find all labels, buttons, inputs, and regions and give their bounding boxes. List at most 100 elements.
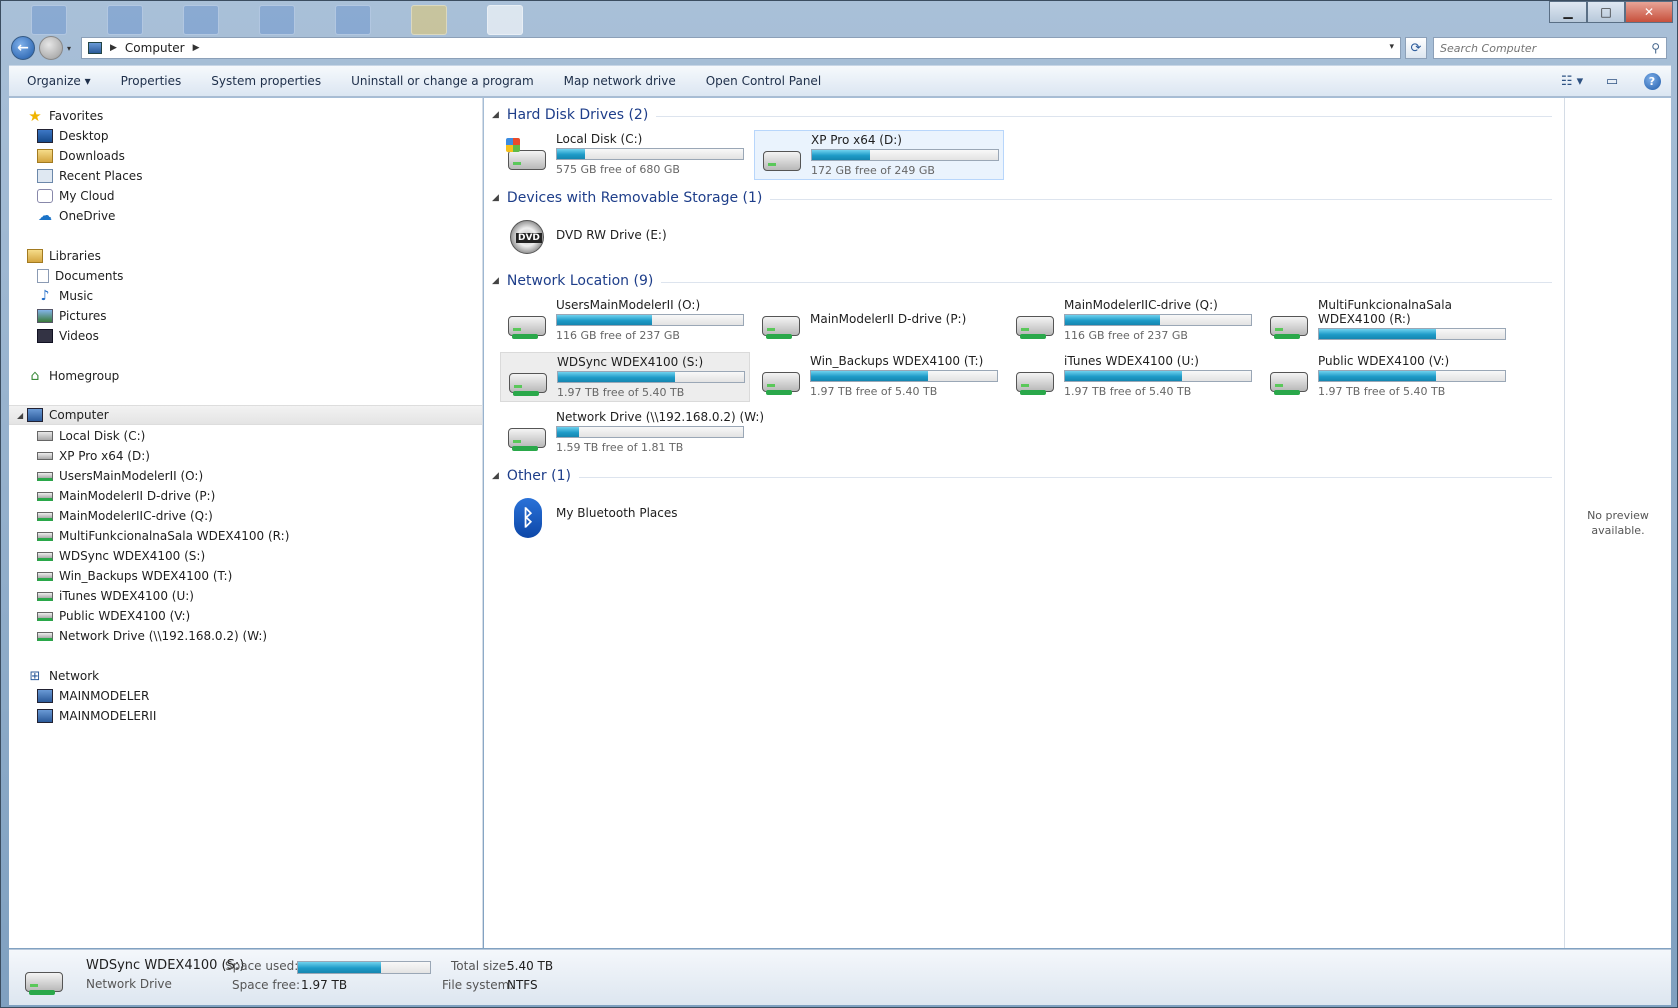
chevron-right-icon[interactable]: ▶ — [193, 43, 200, 53]
collapse-group-icon[interactable]: ◢ — [492, 110, 499, 120]
address-history-dropdown[interactable]: ▾ — [1389, 42, 1394, 52]
drive-free-space: 1.97 TB free of 5.40 TB — [810, 385, 938, 398]
properties-button[interactable]: Properties — [106, 74, 197, 88]
nav-libraries[interactable]: Libraries — [9, 246, 482, 266]
drive-tile-s[interactable]: WDSync WDEX4100 (S:) 1.97 TB free of 5.4… — [500, 352, 750, 402]
nav-videos[interactable]: Videos — [9, 326, 482, 346]
nav-drive-p[interactable]: MainModelerII D-drive (P:) — [9, 486, 482, 506]
nav-drive-u[interactable]: iTunes WDEX4100 (U:) — [9, 586, 482, 606]
network-cable-shape — [1020, 334, 1046, 339]
group-network-location[interactable]: ◢ Network Location (9) — [492, 271, 1552, 291]
network-cable-shape — [1274, 390, 1300, 395]
nav-label: UsersMainModelerII (O:) — [59, 469, 204, 483]
nav-downloads[interactable]: Downloads — [9, 146, 482, 166]
drive-free-space: 1.59 TB free of 1.81 TB — [556, 441, 684, 454]
network-drive-icon — [1014, 360, 1056, 395]
nav-recent-places[interactable]: Recent Places — [9, 166, 482, 186]
uninstall-program-button[interactable]: Uninstall or change a program — [336, 74, 549, 88]
chevron-right-icon[interactable]: ▶ — [110, 43, 117, 53]
group-divider — [770, 198, 1552, 200]
nav-drive-t[interactable]: Win_Backups WDEX4100 (T:) — [9, 566, 482, 586]
drive-tile-q[interactable]: MainModelerIIC-drive (Q:) 116 GB free of… — [1008, 296, 1258, 346]
nav-drive-r[interactable]: MultiFunkcionalnaSala WDEX4100 (R:) — [9, 526, 482, 546]
organize-button[interactable]: Organize ▾ — [27, 74, 106, 88]
drive-tile-t[interactable]: Win_Backups WDEX4100 (T:) 1.97 TB free o… — [754, 352, 1004, 402]
network-drive-icon — [37, 631, 53, 641]
search-icon[interactable]: ⚲ — [1651, 41, 1660, 55]
system-properties-button[interactable]: System properties — [196, 74, 336, 88]
ghost-window-icon — [259, 5, 295, 35]
map-network-drive-button[interactable]: Map network drive — [549, 74, 691, 88]
nav-label: Pictures — [59, 309, 107, 323]
group-other[interactable]: ◢ Other (1) — [492, 466, 1552, 486]
drive-tile-p[interactable]: MainModelerII D-drive (P:) — [754, 296, 1004, 346]
nav-documents[interactable]: Documents — [9, 266, 482, 286]
drive-tile-c[interactable]: Local Disk (C:) 575 GB free of 680 GB — [500, 130, 750, 180]
nav-network-mainmodelerii[interactable]: MAINMODELERII — [9, 706, 482, 726]
collapse-arrow-icon[interactable]: ◢ — [17, 411, 23, 420]
search-input[interactable] — [1440, 41, 1630, 55]
nav-drive-d[interactable]: XP Pro x64 (D:) — [9, 446, 482, 466]
group-hard-disk-drives[interactable]: ◢ Hard Disk Drives (2) — [492, 105, 1552, 125]
drive-tile-d[interactable]: XP Pro x64 (D:) 172 GB free of 249 GB — [754, 130, 1004, 180]
forward-button[interactable] — [39, 36, 63, 60]
nav-favorites[interactable]: ★ Favorites — [9, 106, 482, 126]
drive-tile-r[interactable]: MultiFunkcionalnaSala WDEX4100 (R:) — [1262, 296, 1512, 346]
preview-pane-button[interactable]: ▭ — [1601, 70, 1623, 92]
nav-music[interactable]: ♪ Music — [9, 286, 482, 306]
nav-pictures[interactable]: Pictures — [9, 306, 482, 326]
help-button[interactable]: ? — [1641, 70, 1663, 92]
drive-tile-o[interactable]: UsersMainModelerII (O:) 116 GB free of 2… — [500, 296, 750, 346]
network-cable-shape — [512, 446, 538, 451]
network-drive-icon — [506, 304, 548, 339]
nav-desktop[interactable]: Desktop — [9, 126, 482, 146]
nav-label: My Cloud — [59, 189, 115, 203]
group-removable-storage[interactable]: ◢ Devices with Removable Storage (1) — [492, 188, 1552, 208]
nav-network-mainmodeler[interactable]: MAINMODELER — [9, 686, 482, 706]
hdd-shape — [1270, 316, 1308, 336]
drive-tile-e[interactable]: DVD DVD RW Drive (E:) — [500, 212, 750, 262]
collapse-group-icon[interactable]: ◢ — [492, 193, 499, 203]
nav-onedrive[interactable]: ☁ OneDrive — [9, 206, 482, 226]
maximize-button[interactable]: □ — [1587, 1, 1625, 23]
hdd-shape — [1270, 372, 1308, 392]
file-system-label: File system: — [442, 978, 514, 992]
nav-drive-o[interactable]: UsersMainModelerII (O:) — [9, 466, 482, 486]
space-used-bar — [297, 961, 431, 974]
nav-drive-v[interactable]: Public WDEX4100 (V:) — [9, 606, 482, 626]
nav-drive-s[interactable]: WDSync WDEX4100 (S:) — [9, 546, 482, 566]
drive-tile-u[interactable]: iTunes WDEX4100 (U:) 1.97 TB free of 5.4… — [1008, 352, 1258, 402]
explorer-window: ▁ □ ✕ ← ▾ ▶ Computer ▶ ▾ ⟳ ⚲ Organize ▾ … — [0, 0, 1678, 1008]
nav-drive-c[interactable]: Local Disk (C:) — [9, 426, 482, 446]
recent-pages-dropdown[interactable]: ▾ — [67, 44, 71, 53]
drive-free-space: 116 GB free of 237 GB — [556, 329, 680, 342]
back-button[interactable]: ← — [11, 36, 35, 60]
nav-drive-w[interactable]: Network Drive (\\192.168.0.2) (W:) — [9, 626, 482, 646]
drive-tile-w[interactable]: Network Drive (\\192.168.0.2) (W:) 1.59 … — [500, 408, 764, 458]
search-box[interactable]: ⚲ — [1433, 37, 1667, 59]
nav-homegroup[interactable]: ⌂ Homegroup — [9, 366, 482, 386]
breadcrumb-computer[interactable]: Computer — [125, 41, 185, 55]
refresh-button[interactable]: ⟳ — [1405, 37, 1427, 59]
nav-my-cloud[interactable]: My Cloud — [9, 186, 482, 206]
drive-tile-v[interactable]: Public WDEX4100 (V:) 1.97 TB free of 5.4… — [1262, 352, 1512, 402]
nav-computer[interactable]: ◢ Computer — [9, 405, 482, 425]
bluetooth-places-tile[interactable]: ᛒ My Bluetooth Places — [500, 490, 750, 540]
collapse-group-icon[interactable]: ◢ — [492, 471, 499, 481]
space-free-value: 1.97 TB — [301, 978, 348, 992]
minimize-button[interactable]: ▁ — [1549, 1, 1587, 23]
total-size-label: Total size: — [451, 959, 511, 973]
nav-drive-q[interactable]: MainModelerIIC-drive (Q:) — [9, 506, 482, 526]
drive-usage-bar — [811, 149, 999, 161]
nav-label: Local Disk (C:) — [59, 429, 146, 443]
help-icon: ? — [1643, 72, 1661, 90]
nav-network[interactable]: ⊞ Network — [9, 666, 482, 686]
close-button[interactable]: ✕ — [1625, 1, 1673, 23]
change-view-button[interactable]: ☷ ▾ — [1561, 70, 1583, 92]
open-control-panel-button[interactable]: Open Control Panel — [691, 74, 836, 88]
command-bar: Organize ▾ Properties System properties … — [9, 65, 1671, 97]
address-bar[interactable]: ▶ Computer ▶ ▾ — [81, 37, 1401, 59]
drive-name: iTunes WDEX4100 (U:) — [1064, 354, 1199, 368]
network-drive-icon — [37, 511, 53, 521]
collapse-group-icon[interactable]: ◢ — [492, 276, 499, 286]
